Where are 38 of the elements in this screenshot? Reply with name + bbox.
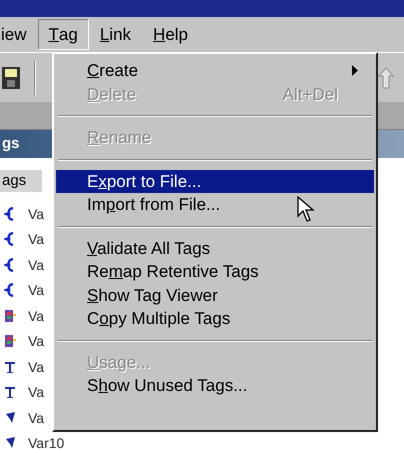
t-icon bbox=[4, 385, 16, 400]
brace-icon bbox=[4, 283, 16, 298]
block-icon bbox=[4, 308, 16, 323]
menu-item[interactable]: Show Tag Viewer bbox=[56, 284, 374, 307]
tag-name[interactable]: Va bbox=[28, 385, 44, 400]
arrow-icon bbox=[4, 436, 16, 450]
menu-bar-item[interactable]: iew bbox=[0, 19, 38, 50]
panel-title: gs bbox=[2, 134, 20, 154]
block-icon bbox=[4, 334, 16, 348]
tag-name[interactable]: Va bbox=[28, 334, 44, 348]
menu-item[interactable]: Copy Multiple Tags bbox=[56, 307, 374, 330]
submenu-arrow-icon bbox=[352, 65, 358, 76]
tag-name[interactable]: Va bbox=[28, 283, 44, 298]
arrow-icon bbox=[4, 410, 16, 425]
menu-item[interactable]: Import from File... bbox=[56, 193, 374, 216]
tag-name[interactable]: Var10 bbox=[28, 436, 64, 450]
tag-name[interactable]: Va bbox=[28, 308, 44, 323]
brace-icon bbox=[4, 232, 16, 246]
brace-icon bbox=[4, 206, 16, 221]
t-icon bbox=[4, 360, 16, 374]
tag-name[interactable]: Va bbox=[28, 360, 44, 374]
menu-item[interactable]: Show Unused Tags... bbox=[56, 374, 374, 398]
menu-item[interactable]: Create bbox=[56, 59, 374, 82]
shortcut-label: Alt+Del bbox=[282, 84, 338, 106]
menu-bar-item[interactable]: Help bbox=[142, 19, 199, 50]
tag-name[interactable]: Va bbox=[28, 232, 44, 246]
pointer-icon bbox=[297, 196, 317, 223]
save-icon[interactable] bbox=[2, 66, 20, 88]
menu-item[interactable]: Export to File... bbox=[56, 170, 374, 193]
tag-name[interactable]: Va bbox=[28, 410, 44, 425]
tag-name[interactable]: Va bbox=[28, 206, 44, 221]
menu-bar-item[interactable]: Link bbox=[88, 19, 142, 50]
menu-item[interactable]: Remap Retentive Tags bbox=[56, 260, 374, 284]
menu-item[interactable]: Validate All Tags bbox=[56, 236, 374, 260]
tag-name[interactable]: Va bbox=[28, 258, 44, 272]
brace-icon bbox=[4, 258, 16, 272]
menu-bar-item[interactable]: Tag bbox=[38, 19, 89, 50]
column-header: ags bbox=[0, 170, 42, 192]
